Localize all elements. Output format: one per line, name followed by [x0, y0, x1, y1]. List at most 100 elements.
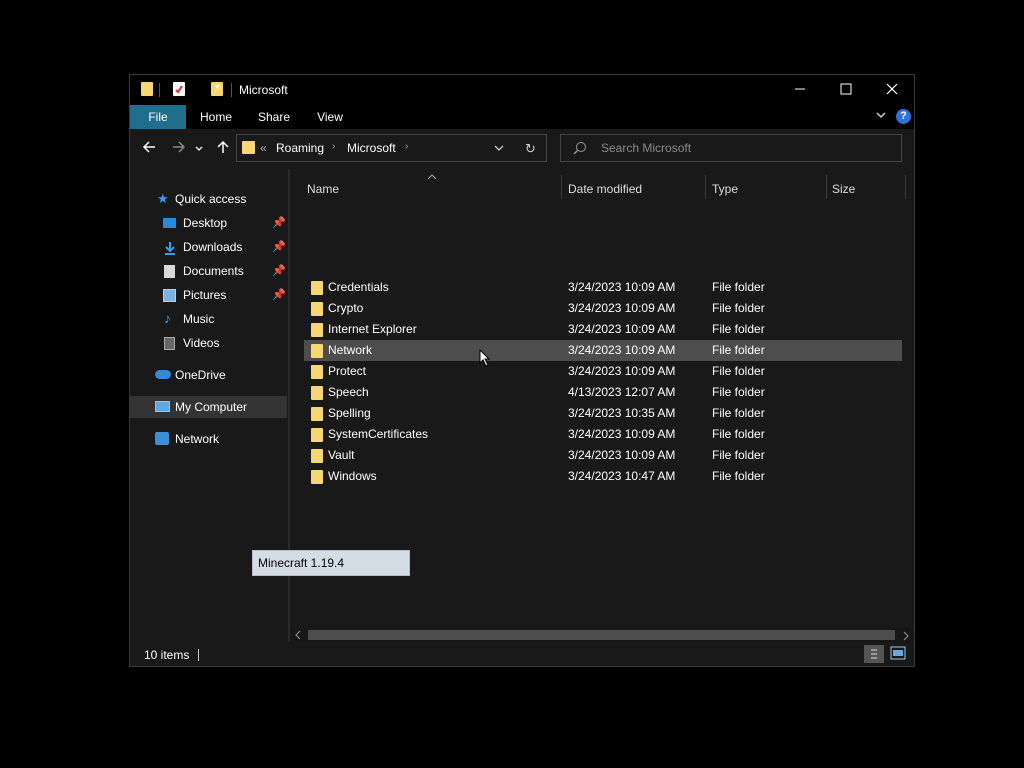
sidebar-item-desktop[interactable]: Desktop 📌: [130, 212, 287, 234]
file-type: File folder: [712, 322, 765, 336]
explorer-window: ▾ Microsoft File Home Share View ? « Roa…: [129, 74, 915, 667]
table-row[interactable]: Credentials 3/24/2023 10:09 AM File fold…: [304, 277, 902, 298]
chevron-right-icon[interactable]: ›: [332, 141, 335, 152]
table-row[interactable]: SystemCertificates 3/24/2023 10:09 AM Fi…: [304, 424, 902, 445]
pin-icon[interactable]: 📌: [272, 284, 286, 306]
forward-icon[interactable]: [169, 139, 189, 159]
crumb-overflow[interactable]: «: [260, 141, 267, 155]
sidebar-item-pictures[interactable]: Pictures 📌: [130, 284, 287, 306]
pin-icon[interactable]: 📌: [272, 236, 286, 258]
chevron-right-icon[interactable]: ›: [405, 141, 408, 152]
file-name: Windows: [328, 469, 377, 483]
file-type: File folder: [712, 364, 765, 378]
tab-view[interactable]: View: [308, 105, 352, 129]
scrollbar-thumb[interactable]: [308, 630, 895, 640]
folder-icon: [311, 344, 323, 358]
breadcrumb-microsoft[interactable]: Microsoft: [347, 141, 396, 155]
sidebar-item-onedrive[interactable]: OneDrive: [130, 364, 287, 386]
mouse-cursor-icon: [479, 348, 491, 370]
help-icon[interactable]: ?: [896, 109, 911, 124]
file-date: 3/24/2023 10:09 AM: [568, 280, 676, 294]
file-date: 3/24/2023 10:35 AM: [568, 406, 676, 420]
table-row[interactable]: Spelling 3/24/2023 10:35 AM File folder: [304, 403, 902, 424]
column-header-size[interactable]: Size: [832, 179, 855, 199]
pin-icon[interactable]: 📌: [272, 212, 286, 234]
file-name: Internet Explorer: [328, 322, 417, 336]
column-header-type[interactable]: Type: [712, 179, 738, 199]
horizontal-scrollbar[interactable]: [290, 628, 914, 642]
sidebar-item-music[interactable]: ♪ Music: [130, 308, 287, 330]
network-icon: [155, 432, 169, 445]
column-divider[interactable]: [826, 175, 827, 199]
sidebar-item-network[interactable]: Network: [130, 428, 287, 450]
table-row[interactable]: Protect 3/24/2023 10:09 AM File folder: [304, 361, 902, 382]
sort-ascending-icon: [427, 169, 437, 183]
pin-icon[interactable]: 📌: [272, 260, 286, 282]
properties-icon[interactable]: [173, 82, 185, 96]
scroll-left-icon[interactable]: [294, 630, 302, 642]
search-box[interactable]: Search Microsoft: [560, 134, 902, 162]
details-view-icon[interactable]: [864, 645, 884, 663]
column-divider[interactable]: [561, 175, 562, 199]
sidebar-item-videos[interactable]: Videos: [130, 332, 287, 354]
sidebar-item-documents[interactable]: Documents 📌: [130, 260, 287, 282]
column-header-name[interactable]: Name: [307, 179, 339, 199]
column-divider[interactable]: [705, 175, 706, 199]
folder-icon: [311, 407, 323, 421]
back-icon[interactable]: [139, 139, 159, 159]
sidebar-item-downloads[interactable]: Downloads 📌: [130, 236, 287, 258]
floating-label: Minecraft 1.19.4: [252, 550, 410, 576]
sidebar-item-label: My Computer: [175, 400, 248, 414]
folder-icon: [311, 365, 323, 379]
customize-qat-icon[interactable]: ▾: [215, 82, 220, 98]
address-dropdown-icon[interactable]: [493, 142, 505, 157]
large-icons-view-icon[interactable]: [890, 646, 906, 663]
expand-ribbon-icon[interactable]: [875, 109, 887, 124]
sidebar-item-quick-access[interactable]: ★ Quick access: [130, 188, 287, 210]
tab-share[interactable]: Share: [252, 105, 296, 129]
star-icon: ★: [157, 191, 169, 206]
close-icon[interactable]: [869, 75, 915, 105]
document-icon: [164, 265, 175, 278]
refresh-icon[interactable]: ↻: [525, 141, 536, 157]
file-type: File folder: [712, 448, 765, 462]
sidebar-item-label: Network: [175, 432, 220, 446]
search-input[interactable]: Search Microsoft: [601, 141, 691, 155]
item-count: 10 items: [144, 648, 190, 662]
file-name: Protect: [328, 364, 367, 378]
music-icon: ♪: [164, 310, 171, 326]
sidebar-item-label: Videos: [183, 336, 220, 350]
status-bar: 10 items: [130, 642, 914, 666]
file-name: Speech: [328, 385, 369, 399]
column-header-date-modified[interactable]: Date modified: [568, 179, 642, 199]
download-icon: [163, 240, 176, 255]
column-divider[interactable]: [905, 175, 906, 199]
desktop-icon: [163, 218, 176, 228]
table-row[interactable]: Windows 3/24/2023 10:47 AM File folder: [304, 466, 902, 487]
sidebar-item-label: Music: [183, 312, 215, 326]
breadcrumb-roaming[interactable]: Roaming: [276, 141, 324, 155]
sidebar-item-my-computer[interactable]: My Computer: [130, 396, 287, 418]
file-type: File folder: [712, 301, 765, 315]
file-type: File folder: [712, 427, 765, 441]
table-row[interactable]: Crypto 3/24/2023 10:09 AM File folder: [304, 298, 902, 319]
recent-locations-icon[interactable]: [193, 139, 205, 159]
folder-icon: [311, 449, 323, 463]
table-row[interactable]: Speech 4/13/2023 12:07 AM File folder: [304, 382, 902, 403]
minimize-icon[interactable]: [777, 75, 823, 105]
maximize-icon[interactable]: [823, 75, 869, 105]
video-icon: [164, 337, 175, 350]
file-name: Crypto: [328, 301, 364, 315]
sidebar-item-label: Desktop: [183, 216, 228, 230]
table-row[interactable]: Internet Explorer 3/24/2023 10:09 AM Fil…: [304, 319, 902, 340]
table-row-hovered[interactable]: Network 3/24/2023 10:09 AM File folder: [304, 340, 902, 361]
table-row[interactable]: Vault 3/24/2023 10:09 AM File folder: [304, 445, 902, 466]
address-bar[interactable]: « Roaming › Microsoft › ↻: [236, 134, 547, 162]
navigation-bar: « Roaming › Microsoft › ↻ Search Microso…: [130, 129, 914, 169]
up-icon[interactable]: [213, 139, 233, 159]
search-icon: [573, 141, 587, 158]
folder-icon: [311, 323, 323, 337]
cloud-icon: [155, 370, 171, 379]
tab-home[interactable]: Home: [193, 105, 239, 129]
tab-file[interactable]: File: [130, 105, 186, 129]
